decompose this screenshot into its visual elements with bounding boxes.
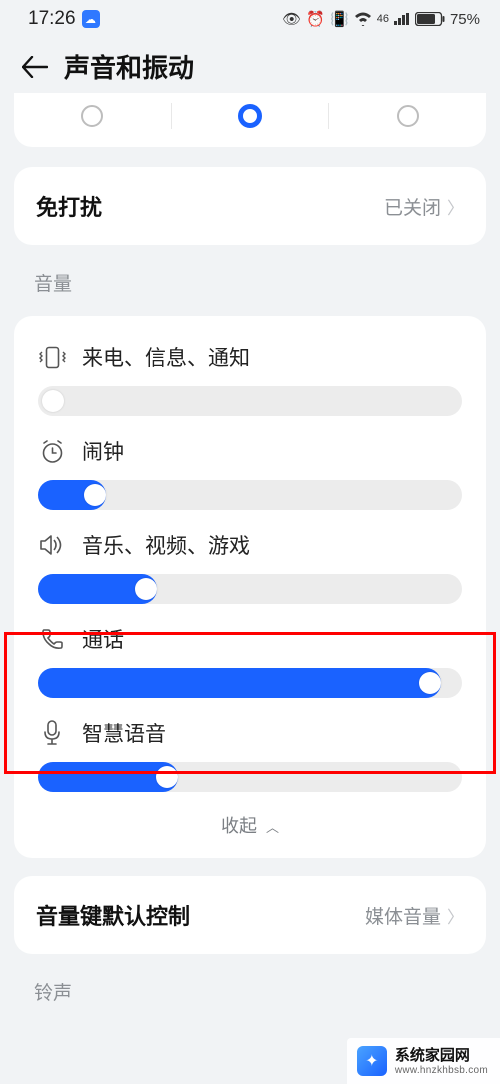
speaker-icon [38, 531, 66, 559]
chevron-up-icon: ︿ [266, 820, 279, 835]
signal-icon [394, 13, 410, 25]
watermark-name: 系统家园网 [395, 1047, 488, 1065]
vibrate-status-icon: 📳 [330, 10, 349, 28]
volume-media: 音乐、视频、游戏 [14, 516, 486, 610]
volume-call-label: 通话 [82, 624, 124, 654]
header: 声音和振动 [0, 34, 500, 93]
profile-option-1[interactable] [14, 103, 171, 129]
page-title: 声音和振动 [64, 48, 194, 85]
back-button[interactable] [22, 56, 48, 78]
alarm-status-icon: ⏰ [306, 10, 325, 28]
sound-profile-card [14, 93, 486, 147]
volume-voice-slider[interactable] [38, 762, 462, 792]
volume-ring: 来电、信息、通知 [14, 328, 486, 422]
volume-call: 通话 [14, 610, 486, 704]
slider-thumb[interactable] [419, 672, 441, 694]
battery-icon [415, 12, 445, 26]
chevron-right-icon: 〉 [447, 194, 464, 219]
phone-icon [38, 625, 66, 653]
dnd-label: 免打扰 [36, 190, 102, 222]
volume-media-slider[interactable] [38, 574, 462, 604]
slider-thumb[interactable] [84, 484, 106, 506]
volume-ring-slider[interactable] [38, 386, 462, 416]
volume-voice-label: 智慧语音 [82, 718, 166, 748]
slider-thumb[interactable] [135, 578, 157, 600]
battery-pct: 75% [450, 11, 480, 28]
section-volume-title: 音量 [0, 263, 500, 316]
profile-option-3[interactable] [329, 103, 486, 129]
status-time: 17:26 [28, 8, 76, 30]
network-type: 46 [377, 13, 389, 25]
volume-card: 来电、信息、通知 闹钟 音乐、视频、游戏 [14, 316, 486, 858]
watermark-url: www.hnzkhbsb.com [395, 1065, 488, 1076]
weather-icon: ☁ [82, 10, 100, 28]
volume-key-card[interactable]: 音量键默认控制 媒体音量 〉 [14, 876, 486, 954]
status-bar: 17:26 ☁ 👁 ⏰ 📳 46 75% [0, 0, 500, 34]
volume-key-value: 媒体音量 [365, 902, 441, 929]
volume-media-label: 音乐、视频、游戏 [82, 530, 250, 560]
slider-thumb[interactable] [156, 766, 178, 788]
volume-ring-label: 来电、信息、通知 [82, 342, 250, 372]
chevron-right-icon: 〉 [447, 903, 464, 928]
status-right: 👁 ⏰ 📳 46 75% [282, 10, 480, 28]
dnd-value: 已关闭 [384, 193, 441, 220]
slider-thumb[interactable] [42, 390, 64, 412]
alarm-icon [38, 437, 66, 465]
volume-alarm: 闹钟 [14, 422, 486, 516]
volume-alarm-slider[interactable] [38, 480, 462, 510]
volume-alarm-label: 闹钟 [82, 436, 124, 466]
collapse-button[interactable]: 收起 ︿ [14, 798, 486, 840]
wifi-icon [354, 12, 372, 26]
section-ringtone-title: 铃声 [0, 972, 500, 1025]
profile-option-2[interactable] [172, 103, 329, 129]
watermark-logo-icon: ✦ [357, 1046, 387, 1076]
dnd-card[interactable]: 免打扰 已关闭 〉 [14, 167, 486, 245]
vibrate-icon [38, 343, 66, 371]
watermark: ✦ 系统家园网 www.hnzkhbsb.com [347, 1038, 500, 1084]
volume-voice: 智慧语音 [14, 704, 486, 798]
volume-call-slider[interactable] [38, 668, 462, 698]
eye-icon: 👁 [282, 10, 301, 28]
volume-key-label: 音量键默认控制 [36, 899, 190, 931]
mic-icon [38, 719, 66, 747]
